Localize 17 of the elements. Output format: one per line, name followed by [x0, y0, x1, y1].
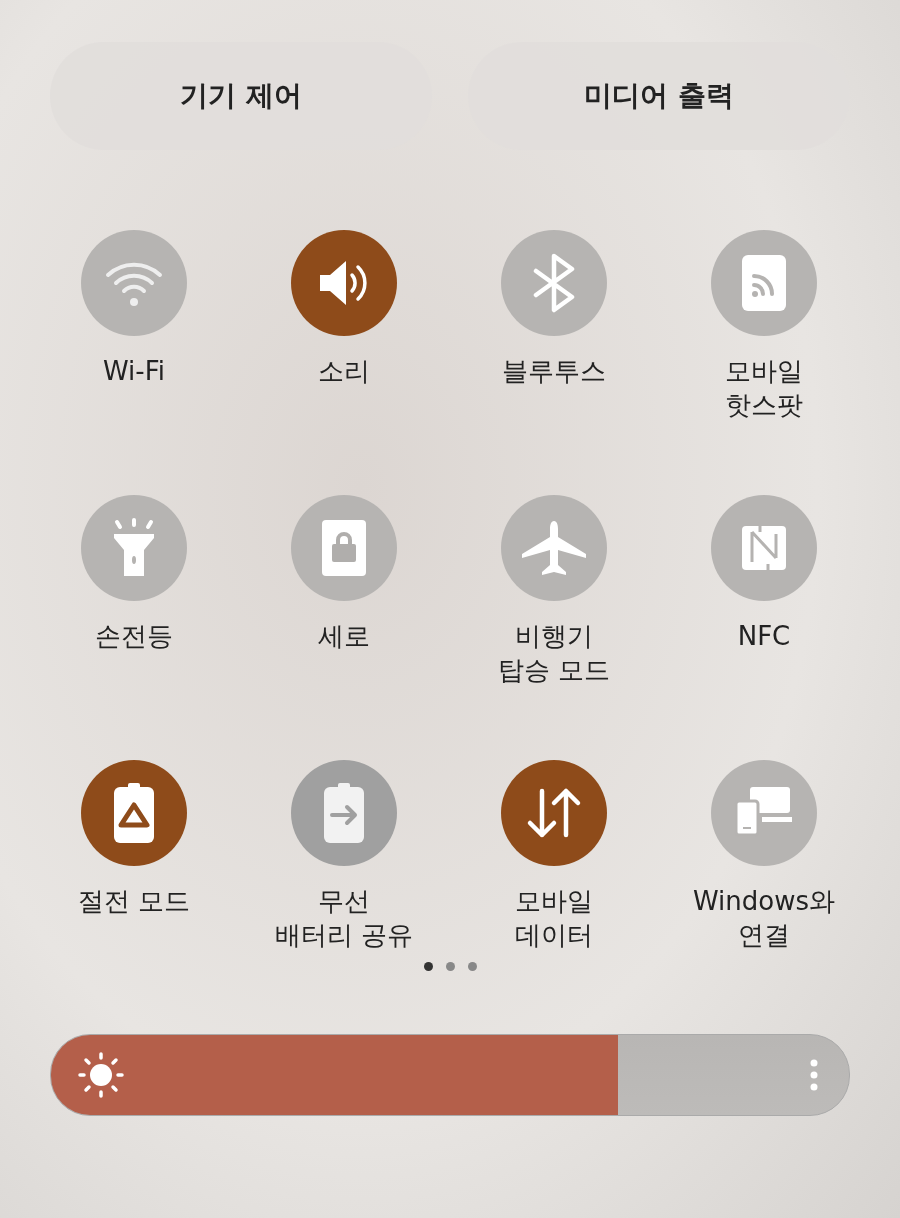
- tile-label: 손전등: [95, 620, 173, 653]
- tile-label: 소리: [318, 355, 370, 388]
- tile-label: 비행기 탑승 모드: [497, 620, 611, 687]
- page-dot[interactable]: [423, 962, 433, 971]
- tile-label: 세로: [318, 620, 370, 653]
- tile-label: 모바일 데이터: [515, 885, 593, 952]
- tile-label: 무선 배터리 공유: [274, 885, 414, 952]
- page-dot[interactable]: [445, 962, 455, 971]
- sun-icon: [77, 1051, 125, 1099]
- tile-label: Wi-Fi: [103, 355, 165, 388]
- more-options-icon[interactable]: [809, 1059, 819, 1091]
- tile-label: NFC: [737, 620, 791, 653]
- tile-label: 절전 모드: [77, 885, 191, 918]
- tile-label: 모바일 핫스팟: [725, 355, 803, 422]
- tile-label: 블루투스: [502, 355, 606, 388]
- page-dot[interactable]: [467, 962, 477, 971]
- tile-label: Windows와 연결: [692, 885, 836, 952]
